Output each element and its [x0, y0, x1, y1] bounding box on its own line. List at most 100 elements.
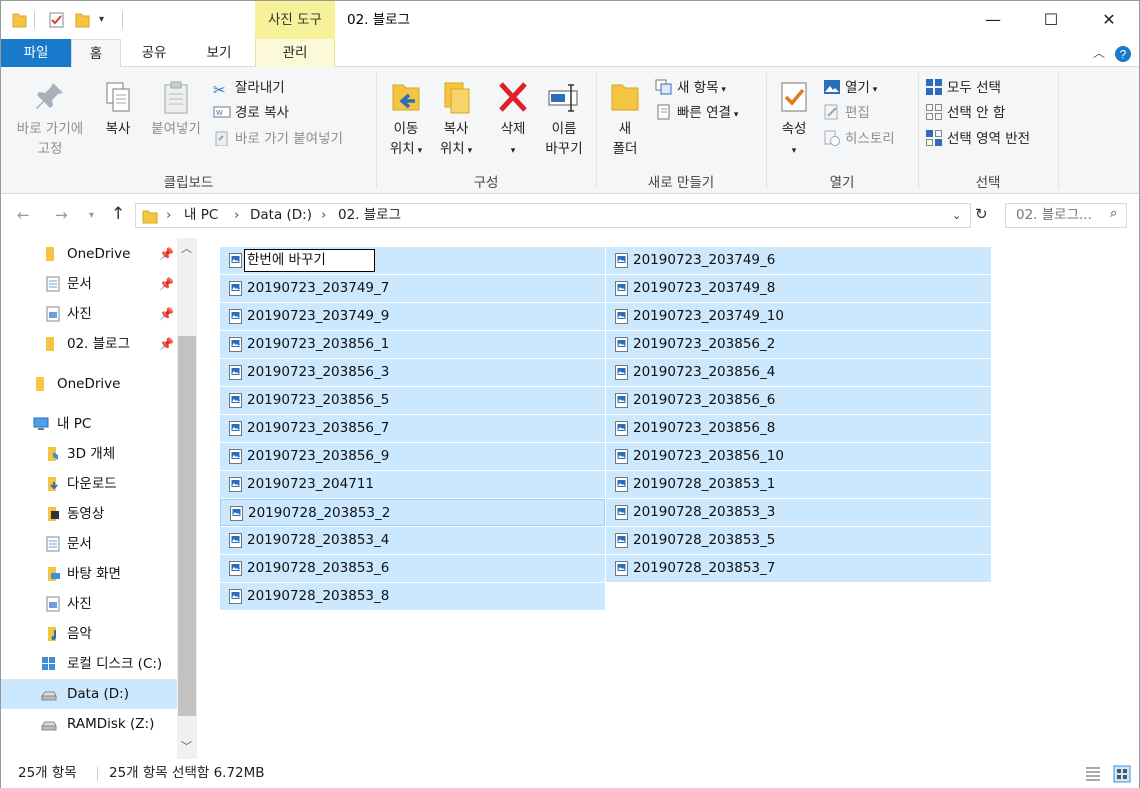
tab-file[interactable]: 파일	[1, 39, 71, 67]
scrollbar-thumb[interactable]	[178, 336, 196, 716]
tab-manage[interactable]: 관리	[255, 39, 335, 67]
breadcrumb-separator[interactable]: ›	[166, 204, 171, 227]
nav-downloads[interactable]: 다운로드	[1, 469, 177, 499]
up-icon[interactable]: ↑	[111, 204, 125, 224]
file-item[interactable]: 20190723_203856_8	[606, 415, 991, 442]
nav-data-drive-d[interactable]: Data (D:)	[1, 679, 177, 709]
nav-this-pc[interactable]: 내 PC	[1, 409, 177, 439]
breadcrumb-data-drive[interactable]: Data (D:)	[250, 204, 312, 227]
new-item-button[interactable]: 새 항목 ▾	[655, 77, 726, 99]
move-to-button[interactable]: 이동 위치 ▾	[383, 79, 429, 161]
scroll-down-icon[interactable]: ﹀	[181, 738, 192, 754]
copy-to-button[interactable]: 복사 위치 ▾	[433, 79, 479, 161]
properties-quick-icon[interactable]	[48, 11, 66, 29]
new-folder-button[interactable]: 새 폴더	[603, 79, 647, 159]
file-item[interactable]: 20190723_203749_10	[606, 303, 991, 330]
tab-home[interactable]: 홈	[71, 39, 121, 68]
copy-button[interactable]: 복사	[97, 79, 139, 139]
nav-pictures[interactable]: 사진	[1, 589, 177, 619]
file-item[interactable]: 20190723_203856_4	[606, 359, 991, 386]
file-item[interactable]: 20190723_203856_6	[606, 387, 991, 414]
select-none-button[interactable]: 선택 안 함	[925, 102, 1005, 124]
nav-quick-documents[interactable]: 문서 📌	[1, 269, 177, 299]
invert-selection-button[interactable]: 선택 영역 반전	[925, 128, 1030, 150]
rename-input[interactable]: 한번에 바꾸기	[244, 249, 375, 272]
pin-icon[interactable]: 📌	[159, 269, 174, 299]
file-item[interactable]: 20190723_203749_9	[220, 303, 605, 330]
breadcrumb-separator[interactable]: ›	[321, 204, 326, 227]
nav-local-disk-c[interactable]: 로컬 디스크 (C:)	[1, 649, 177, 679]
close-button[interactable]: ✕	[1080, 1, 1138, 39]
image-file-icon	[229, 281, 242, 296]
properties-button[interactable]: 속성 ▾	[773, 79, 815, 161]
address-dropdown-icon[interactable]: ⌄	[952, 204, 961, 227]
nav-quick-onedrive[interactable]: OneDrive 📌	[1, 239, 177, 269]
file-item[interactable]: 20190728_203853_7	[606, 555, 991, 582]
large-icons-view-icon[interactable]	[1113, 765, 1131, 783]
minimize-button[interactable]: —	[964, 1, 1022, 39]
pin-icon[interactable]: 📌	[159, 239, 174, 269]
scroll-up-icon[interactable]: ︿	[181, 240, 192, 256]
edit-button[interactable]: 편집	[823, 102, 870, 124]
paste-shortcut-button[interactable]: 바로 가기 붙여넣기	[213, 128, 343, 150]
nav-pane-scrollbar[interactable]: ︿ ﹀	[177, 238, 197, 759]
customize-quick-access-icon[interactable]: ▾	[99, 11, 104, 29]
new-folder-quick-icon[interactable]	[74, 11, 90, 29]
cut-button[interactable]: ✂ 잘라내기	[213, 77, 285, 99]
file-item[interactable]: 20190723_203856_5	[220, 387, 605, 414]
address-bar[interactable]: › 내 PC › Data (D:) › 02. 블로그 ⌄	[135, 203, 971, 228]
file-item[interactable]: 20190723_203749_8	[606, 275, 991, 302]
file-item[interactable]: 20190723_203856_10	[606, 443, 991, 470]
delete-button[interactable]: 삭제 ▾	[491, 79, 535, 161]
nav-videos[interactable]: 동영상	[1, 499, 177, 529]
nav-onedrive[interactable]: OneDrive	[1, 369, 177, 399]
file-item[interactable]: 20190728_203853_6	[220, 555, 605, 582]
breadcrumb-this-pc[interactable]: 내 PC	[184, 204, 218, 227]
pin-icon[interactable]: 📌	[159, 329, 174, 359]
nav-quick-blog-folder[interactable]: 02. 블로그 📌	[1, 329, 177, 359]
copy-path-button[interactable]: W 경로 복사	[213, 102, 289, 124]
collapse-ribbon-icon[interactable]: ︿	[1093, 44, 1105, 61]
file-item[interactable]: 20190728_203853_5	[606, 527, 991, 554]
file-item[interactable]: 20190728_203853_4	[220, 527, 605, 554]
file-item[interactable]: 20190723_203749_7	[220, 275, 605, 302]
file-item[interactable]: 20190723_203856_2	[606, 331, 991, 358]
file-item[interactable]: 20190728_203853_8	[220, 583, 605, 610]
back-icon[interactable]: ←	[17, 206, 30, 224]
pin-quick-access-button[interactable]: 바로 가기에 고정	[7, 79, 93, 159]
open-button[interactable]: 열기 ▾	[823, 77, 877, 99]
breadcrumb-separator[interactable]: ›	[234, 204, 239, 227]
file-item[interactable]: 20190723_203856_9	[220, 443, 605, 470]
file-item[interactable]: 20190723_203856_7	[220, 415, 605, 442]
file-item[interactable]: 20190728_203853_1	[606, 471, 991, 498]
file-item[interactable]: 20190723_204711	[220, 471, 605, 498]
details-view-icon[interactable]	[1084, 766, 1102, 782]
file-item[interactable]: 20190728_203853_2	[220, 499, 605, 526]
easy-access-button[interactable]: 빠른 연결 ▾	[655, 102, 738, 124]
select-all-button[interactable]: 모두 선택	[925, 77, 1001, 99]
breadcrumb-current-folder[interactable]: 02. 블로그	[338, 204, 401, 227]
nav-documents[interactable]: 문서	[1, 529, 177, 559]
file-item[interactable]: 20190723_203856_3	[220, 359, 605, 386]
nav-ramdisk-z[interactable]: RAMDisk (Z:)	[1, 709, 177, 739]
file-item[interactable]: 20190728_203853_3	[606, 499, 991, 526]
refresh-icon[interactable]: ↻	[975, 205, 988, 223]
file-item[interactable]: 20190723_203856_1	[220, 331, 605, 358]
nav-3d-objects[interactable]: 3D 개체	[1, 439, 177, 469]
search-input[interactable]: 02. 블로그... ⌕	[1005, 203, 1127, 228]
history-button[interactable]: 히스토리	[823, 128, 895, 150]
tab-share[interactable]: 공유	[125, 39, 183, 67]
help-icon[interactable]: ?	[1114, 45, 1132, 63]
forward-icon[interactable]: →	[55, 206, 68, 224]
rename-button[interactable]: 이름 바꾸기	[539, 79, 589, 159]
nav-music[interactable]: 음악	[1, 619, 177, 649]
file-item[interactable]: 한번에 바꾸기	[220, 247, 605, 274]
file-item[interactable]: 20190723_203749_6	[606, 247, 991, 274]
nav-desktop[interactable]: 바탕 화면	[1, 559, 177, 589]
recent-locations-icon[interactable]: ▾	[89, 210, 94, 221]
nav-quick-pictures[interactable]: 사진 📌	[1, 299, 177, 329]
tab-view[interactable]: 보기	[189, 39, 249, 67]
pin-icon[interactable]: 📌	[159, 299, 174, 329]
paste-button[interactable]: 붙여넣기	[145, 79, 207, 139]
maximize-button[interactable]: ☐	[1022, 1, 1080, 39]
